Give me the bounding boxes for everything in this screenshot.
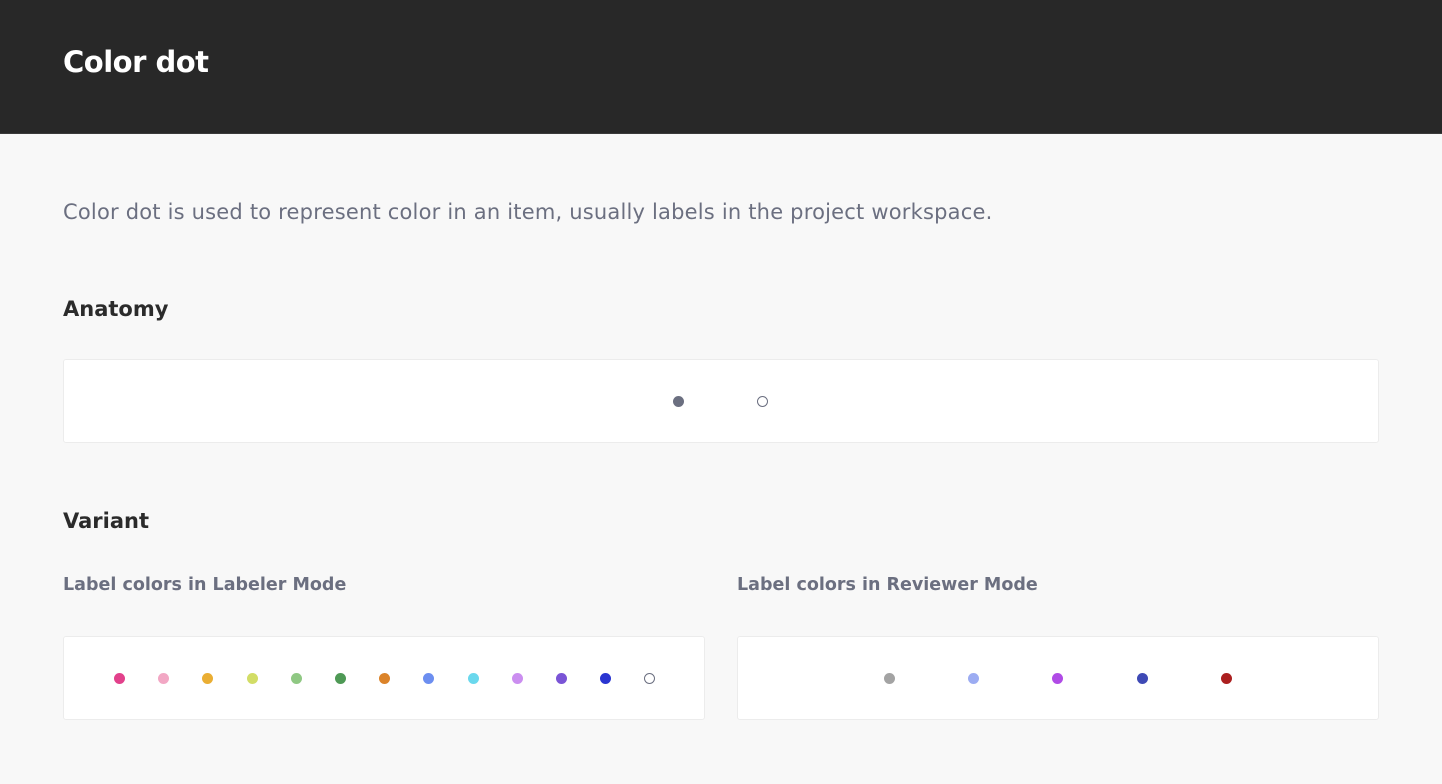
labeler-color-dot (556, 673, 567, 684)
labeler-color-dot (290, 673, 302, 684)
filled-dot (673, 396, 684, 407)
labeler-color-dot (202, 673, 214, 684)
labeler-color-dot (467, 673, 479, 684)
variant-heading: Variant (63, 509, 149, 533)
anatomy-panel (63, 359, 1379, 443)
labeler-colors-panel (63, 636, 705, 720)
labeler-color-dot (511, 673, 523, 684)
page-title: Color dot (63, 45, 209, 79)
reviewer-color-dot (1052, 673, 1064, 684)
reviewer-color-dot (968, 673, 980, 684)
anatomy-heading: Anatomy (63, 297, 169, 321)
labeler-color-dot (379, 673, 391, 684)
reviewer-color-dot (884, 673, 895, 684)
reviewer-mode-heading: Label colors in Reviewer Mode (737, 575, 1038, 595)
labeler-color-dot (600, 673, 612, 684)
labeler-color-dot (335, 673, 346, 684)
reviewer-color-dot (1136, 673, 1148, 684)
reviewer-color-dot (1220, 673, 1232, 684)
labeler-color-dot (158, 673, 170, 684)
labeler-color-dot (246, 673, 258, 684)
page-description: Color dot is used to represent color in … (63, 200, 993, 224)
outline-dot (757, 396, 768, 407)
labeler-mode-heading: Label colors in Labeler Mode (63, 575, 347, 595)
reviewer-colors-panel (737, 636, 1379, 720)
labeler-color-dot (423, 673, 435, 684)
labeler-color-dot (114, 673, 125, 684)
page-header: Color dot (0, 0, 1442, 134)
labeler-outline-dot (644, 673, 656, 684)
